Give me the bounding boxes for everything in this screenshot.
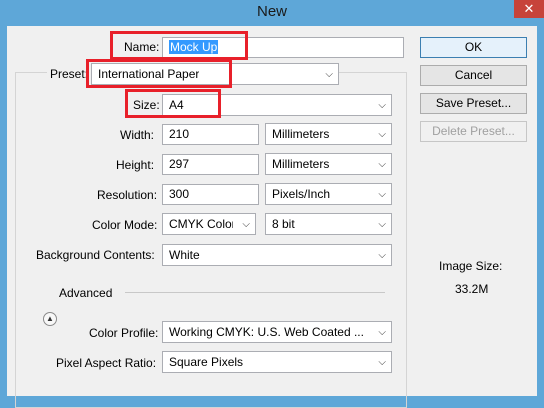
image-size-label: Image Size: <box>439 259 503 273</box>
color-mode-value: CMYK Color <box>169 217 233 231</box>
ok-button[interactable]: OK <box>420 37 527 58</box>
new-document-window: New ✕ Name: Mock Up Preset: Internationa… <box>0 0 544 408</box>
chevron-down-icon: ⌵ <box>325 69 333 80</box>
advanced-separator <box>125 292 385 293</box>
pixel-aspect-ratio-value: Square Pixels <box>169 355 244 369</box>
advanced-label[interactable]: Advanced <box>59 286 112 300</box>
width-unit-dropdown[interactable]: Millimeters ⌵ <box>265 123 392 145</box>
chevron-down-icon: ⌵ <box>378 327 386 338</box>
close-icon: ✕ <box>523 1 535 16</box>
bit-depth-value: 8 bit <box>272 217 295 231</box>
resolution-input[interactable]: 300 <box>162 184 259 205</box>
dialog-body: Name: Mock Up Preset: International Pape… <box>7 26 537 408</box>
resolution-unit-dropdown[interactable]: Pixels/Inch ⌵ <box>265 183 392 205</box>
delete-preset-button: Delete Preset... <box>420 121 527 142</box>
chevron-down-icon: ⌵ <box>378 189 386 200</box>
chevron-down-icon: ⌵ <box>378 219 386 230</box>
highlight-box-preset <box>86 59 232 88</box>
pixel-aspect-ratio-dropdown[interactable]: Square Pixels ⌵ <box>162 351 392 373</box>
cancel-button[interactable]: Cancel <box>420 65 527 86</box>
title-bar[interactable]: New ✕ <box>0 0 544 26</box>
collapse-icon[interactable]: ▲ <box>43 312 57 326</box>
color-profile-value: Working CMYK: U.S. Web Coated ... <box>169 325 364 339</box>
height-label: Height: <box>116 158 155 172</box>
background-contents-value: White <box>169 248 200 262</box>
color-profile-dropdown[interactable]: Working CMYK: U.S. Web Coated ... ⌵ <box>162 321 392 343</box>
chevron-down-icon: ⌵ <box>378 250 386 261</box>
background-contents-label: Background Contents: <box>36 248 155 262</box>
chevron-down-icon: ⌵ <box>378 159 386 170</box>
save-preset-button[interactable]: Save Preset... <box>420 93 527 114</box>
preset-label: Preset: <box>47 67 92 81</box>
color-mode-label: Color Mode: <box>92 218 158 232</box>
width-input[interactable]: 210 <box>162 124 259 145</box>
chevron-down-icon: ⌵ <box>378 129 386 140</box>
width-unit-value: Millimeters <box>272 127 330 141</box>
resolution-label: Resolution: <box>97 188 158 202</box>
bit-depth-dropdown[interactable]: 8 bit ⌵ <box>265 213 392 235</box>
height-input[interactable]: 297 <box>162 154 259 175</box>
image-size-value: 33.2M <box>455 282 489 296</box>
highlight-box-size <box>125 89 221 118</box>
close-button[interactable]: ✕ <box>514 0 544 18</box>
pixel-aspect-ratio-label: Pixel Aspect Ratio: <box>56 356 157 370</box>
height-unit-value: Millimeters <box>272 157 330 171</box>
color-mode-dropdown[interactable]: CMYK Color ⌵ <box>162 213 256 235</box>
resolution-unit-value: Pixels/Inch <box>272 187 331 201</box>
background-contents-dropdown[interactable]: White ⌵ <box>162 244 392 266</box>
color-profile-label: Color Profile: <box>89 326 159 340</box>
highlight-box-name <box>110 31 248 60</box>
chevron-down-icon: ⌵ <box>242 219 250 230</box>
window-title: New <box>256 3 287 20</box>
chevron-down-icon: ⌵ <box>378 100 386 111</box>
height-unit-dropdown[interactable]: Millimeters ⌵ <box>265 153 392 175</box>
width-label: Width: <box>120 128 155 142</box>
chevron-down-icon: ⌵ <box>378 357 386 368</box>
